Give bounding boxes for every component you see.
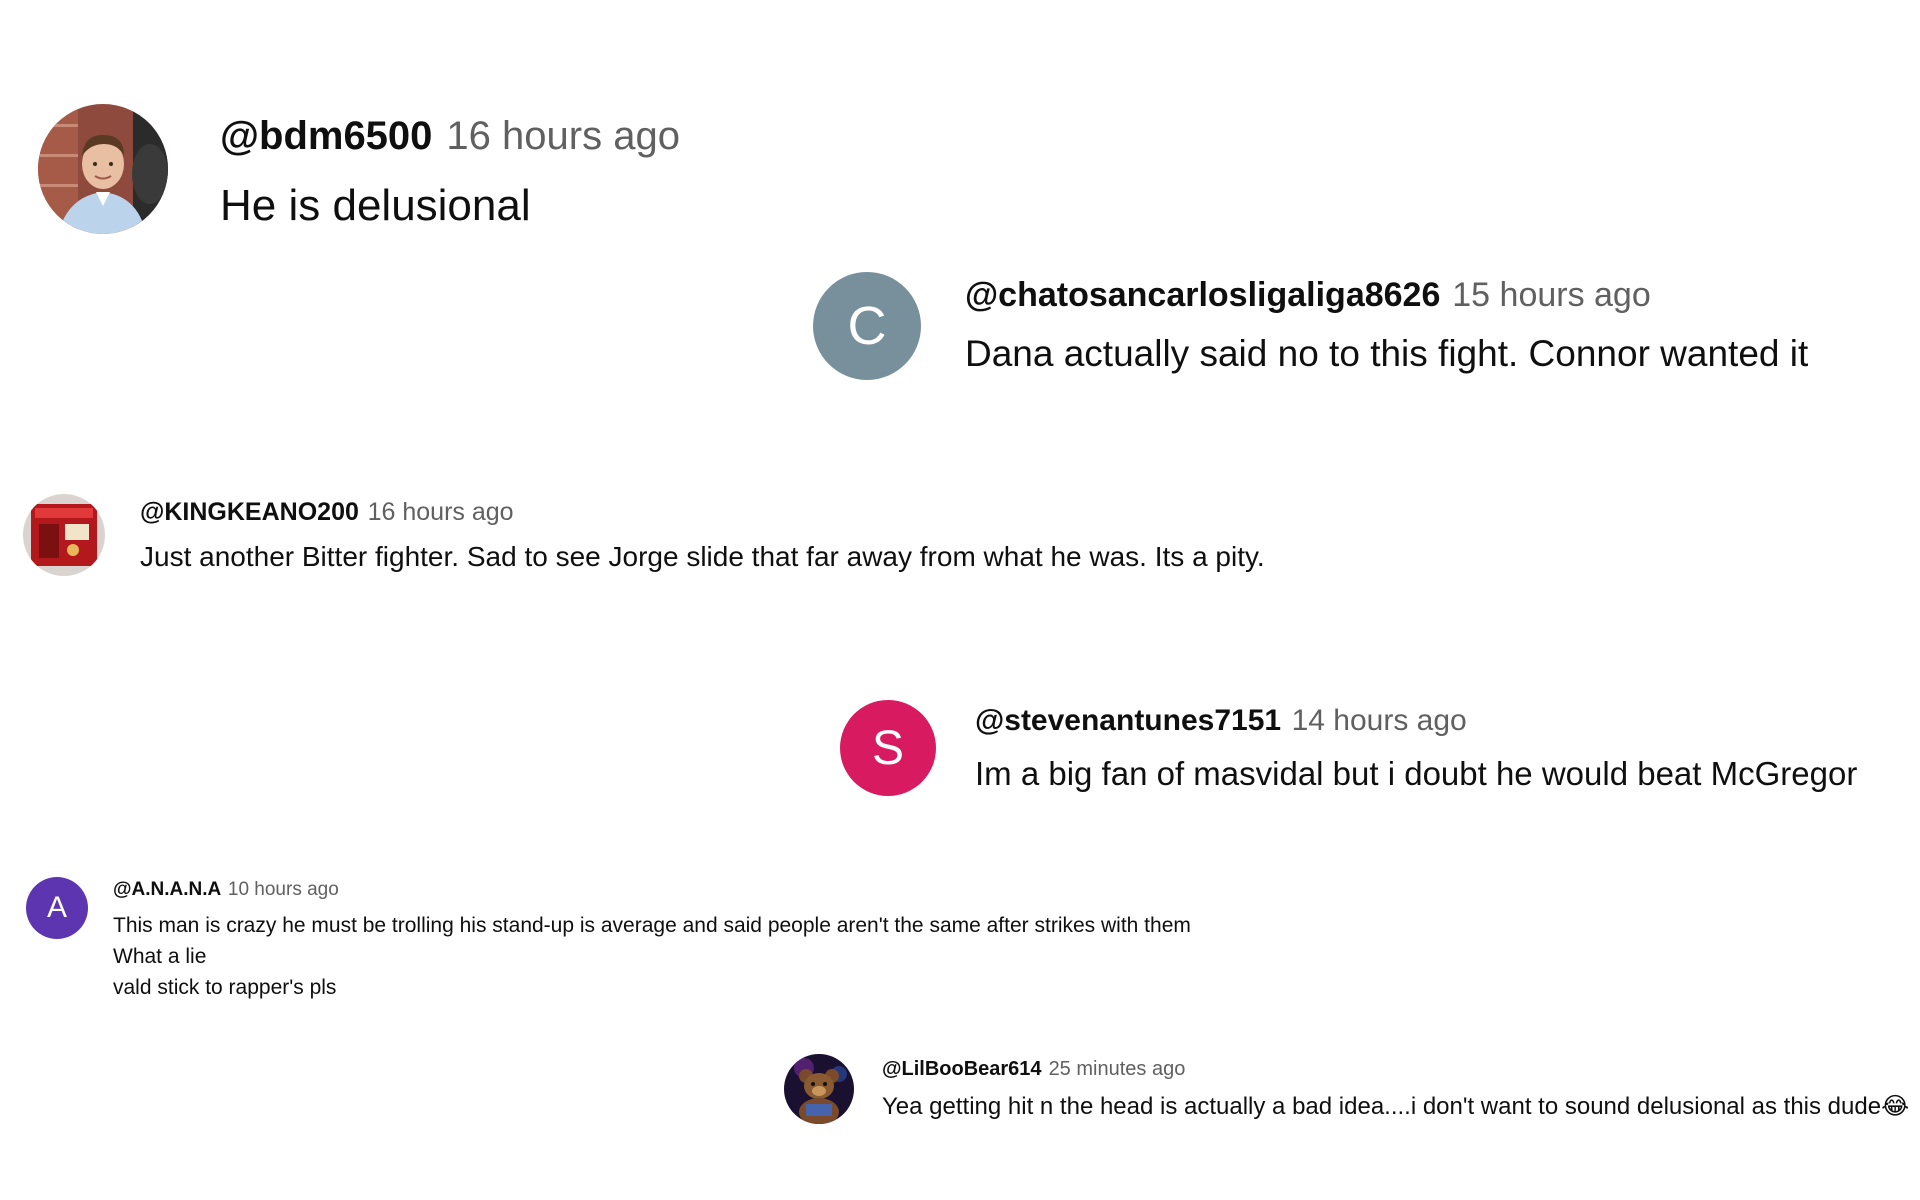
comment-author[interactable]: @LilBooBear614 — [882, 1058, 1042, 1080]
avatar[interactable] — [784, 1054, 854, 1124]
comment-text-line: What a lie — [113, 945, 207, 968]
comment-author[interactable]: @bdm6500 — [220, 114, 432, 158]
comments-screenshot: @bdm6500 16 hours ago He is delusional C … — [0, 0, 1920, 1200]
comment-timestamp[interactable]: 16 hours ago — [368, 498, 514, 526]
avatar[interactable] — [23, 494, 105, 576]
comment-text: Im a big fan of masvidal but i doubt he … — [975, 755, 1858, 792]
avatar-letter: S — [871, 721, 904, 775]
laughing-emoji-icon: 😂 — [1881, 1093, 1910, 1120]
comment-text: Yea getting hit n the head is actually a… — [882, 1093, 1882, 1120]
comment-timestamp[interactable]: 25 minutes ago — [1049, 1058, 1186, 1080]
comment-author[interactable]: @stevenantunes7151 — [975, 704, 1281, 737]
avatar[interactable]: S — [840, 700, 936, 796]
comment-timestamp[interactable]: 10 hours ago — [228, 879, 339, 900]
comment-text: Dana actually said no to this fight. Con… — [965, 333, 1809, 374]
avatar[interactable] — [38, 104, 168, 234]
comment-text-line: This man is crazy he must be trolling hi… — [113, 914, 1191, 937]
comment-author[interactable]: @KINGKEANO200 — [140, 498, 359, 526]
avatar-letter: C — [847, 296, 887, 356]
comment-timestamp[interactable]: 14 hours ago — [1292, 704, 1467, 737]
comment-text: This man is crazy he must be trolling hi… — [113, 910, 1191, 1003]
comment-text-line: vald stick to rapper's pls — [113, 976, 337, 999]
comment-timestamp[interactable]: 16 hours ago — [446, 114, 680, 158]
person-photo-avatar-icon — [38, 104, 168, 234]
avatar[interactable]: C — [813, 272, 921, 380]
comment-timestamp[interactable]: 15 hours ago — [1452, 276, 1651, 314]
comment-text: Just another Bitter fighter. Sad to see … — [140, 541, 1265, 572]
red-poster-avatar-icon — [23, 494, 105, 576]
comment-author[interactable]: @chatosancarlosligaliga8626 — [965, 276, 1440, 314]
bear-avatar-icon — [784, 1054, 854, 1124]
comment-author[interactable]: @A.N.A.N.A — [113, 879, 221, 900]
avatar-letter: A — [46, 891, 67, 924]
avatar[interactable]: A — [26, 877, 88, 939]
comment-text: He is delusional — [220, 181, 531, 230]
